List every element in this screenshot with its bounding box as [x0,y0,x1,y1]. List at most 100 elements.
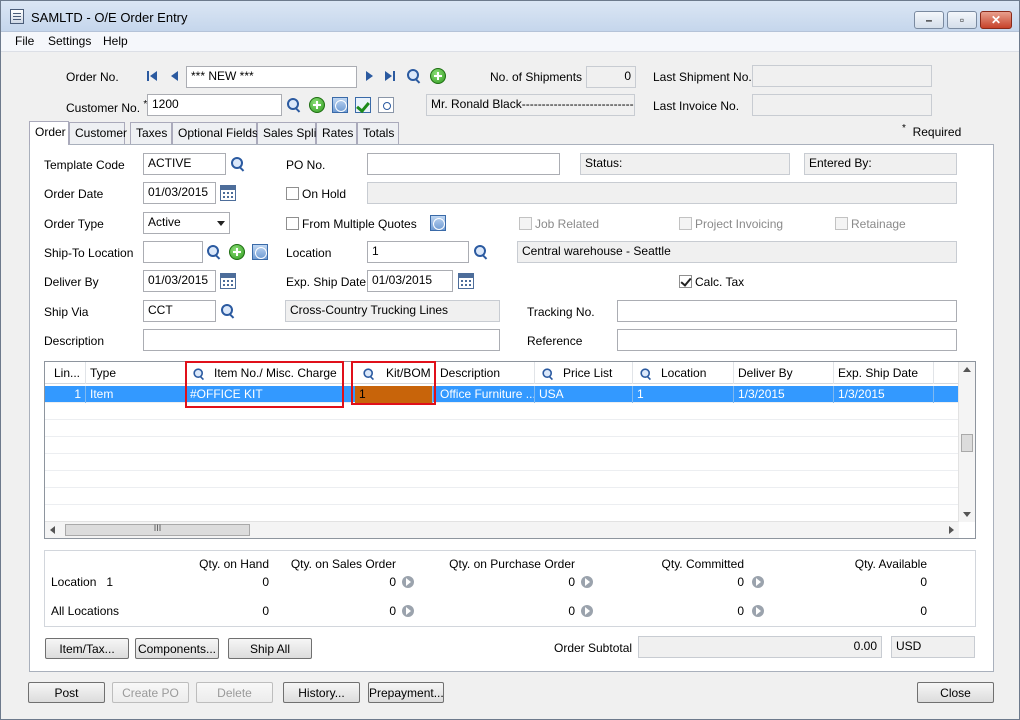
all-sales-order-drilldown-icon[interactable] [402,605,414,617]
new-order-plus-icon[interactable] [430,68,446,84]
table-row-empty[interactable] [45,505,959,522]
cell-location[interactable]: 1 [633,386,734,403]
scroll-left-icon[interactable] [50,526,55,534]
menu-help[interactable]: Help [103,34,128,48]
menu-file[interactable]: File [15,34,34,48]
col-type[interactable]: Type [86,362,186,384]
tab-rates[interactable]: Rates [316,122,357,144]
credit-check-icon[interactable] [355,97,371,113]
table-row-empty[interactable] [45,403,959,420]
deliver-by-input[interactable]: 01/03/2015 [143,270,216,292]
col-location[interactable]: Location [633,362,734,384]
cell-type[interactable]: Item [86,386,186,403]
table-row-empty[interactable] [45,420,959,437]
minimize-button[interactable]: – [914,11,944,29]
order-finder-search-icon[interactable] [406,68,422,84]
tab-optional-fields[interactable]: Optional Fields [172,122,258,144]
po-drilldown-icon[interactable] [581,576,593,588]
post-button[interactable]: Post [28,682,105,703]
order-date-input[interactable]: 01/03/2015 [143,182,216,204]
ship-to-input[interactable] [143,241,203,263]
template-code-input[interactable]: ACTIVE [143,153,226,175]
calc-tax-checkbox[interactable] [679,275,692,288]
exp-ship-date-calendar-icon[interactable] [458,273,474,289]
customer-no-input[interactable]: 1200 [147,94,282,116]
col-deliver-by[interactable]: Deliver By [734,362,834,384]
customer-inquiry-icon[interactable] [378,97,394,113]
order-type-select[interactable]: Active [143,212,230,234]
all-po-drilldown-icon[interactable] [581,605,593,617]
order-date-calendar-icon[interactable] [220,185,236,201]
col-line[interactable]: Lin... [50,362,86,384]
scroll-right-icon[interactable] [949,526,954,534]
previous-record-button[interactable] [169,69,181,83]
components-button[interactable]: Components... [135,638,219,659]
on-hold-checkbox[interactable] [286,187,299,200]
customer-info-icon[interactable] [332,97,348,113]
cell-description[interactable]: Office Furniture ... [436,386,535,403]
history-button[interactable]: History... [283,682,360,703]
prepayment-button[interactable]: Prepayment... [368,682,444,703]
last-record-button[interactable] [385,69,397,83]
table-row[interactable]: 1 Item #OFFICE KIT 1 Office Furniture ..… [45,386,959,403]
customer-finder-search-icon[interactable] [286,97,302,113]
menu-settings[interactable]: Settings [48,34,91,48]
close-window-button[interactable]: ✕ [980,11,1012,29]
description-input[interactable] [143,329,500,351]
ship-all-button[interactable]: Ship All [228,638,312,659]
table-row-empty[interactable] [45,488,959,505]
po-no-input[interactable] [367,153,560,175]
cell-exp-ship-date[interactable]: 1/3/2015 [834,386,934,403]
price-list-finder-search-icon[interactable] [542,368,555,381]
ship-to-info-icon[interactable] [252,244,268,260]
scroll-up-icon[interactable] [963,367,971,372]
tab-totals[interactable]: Totals [357,122,399,144]
ship-to-finder-search-icon[interactable] [206,244,222,260]
committed-drilldown-icon[interactable] [752,576,764,588]
loc-qty-on-po: 0 [568,575,575,589]
table-row-empty[interactable] [45,437,959,454]
restore-button[interactable]: ▫ [947,11,977,29]
tab-sales-split[interactable]: Sales Split [257,122,320,144]
reference-input[interactable] [617,329,957,351]
tab-taxes[interactable]: Taxes [130,122,172,144]
required-legend: * Required [902,123,961,139]
order-no-input[interactable]: *** NEW *** [186,66,357,88]
required-legend-text: Required [912,125,962,139]
sales-order-drilldown-icon[interactable] [402,576,414,588]
from-multiple-quotes-checkbox[interactable] [286,217,299,230]
tracking-no-input[interactable] [617,300,957,322]
location-input[interactable]: 1 [367,241,469,263]
col-price-list[interactable]: Price List [535,362,633,384]
tab-customer[interactable]: Customer [69,122,127,144]
col-description[interactable]: Description [436,362,535,384]
new-customer-plus-icon[interactable] [309,97,325,113]
order-lines-grid[interactable]: Lin... Type Item No./ Misc. Charge Kit/B… [44,361,976,539]
cell-deliver-by[interactable]: 1/3/2015 [734,386,834,403]
first-record-button[interactable] [147,69,159,83]
horizontal-scroll-thumb[interactable]: III [65,523,250,536]
all-committed-drilldown-icon[interactable] [752,605,764,617]
ship-via-input[interactable]: CCT [143,300,216,322]
close-button[interactable]: Close [917,682,994,703]
next-record-button[interactable] [364,69,376,83]
grid-vertical-scrollbar[interactable] [958,362,975,522]
location-grid-search-icon[interactable] [640,368,653,381]
table-row-empty[interactable] [45,471,959,488]
template-finder-search-icon[interactable] [230,156,246,172]
ship-via-finder-search-icon[interactable] [220,303,236,319]
grid-horizontal-scrollbar[interactable]: III [45,521,959,538]
exp-ship-date-input[interactable]: 01/03/2015 [367,270,453,292]
table-row-empty[interactable] [45,454,959,471]
item-tax-button[interactable]: Item/Tax... [45,638,129,659]
scroll-down-icon[interactable] [963,512,971,517]
quotes-info-icon[interactable] [430,215,446,231]
vertical-scroll-thumb[interactable] [961,434,973,452]
cell-price-list[interactable]: USA [535,386,633,403]
location-finder-search-icon[interactable] [473,244,489,260]
tab-order[interactable]: Order [29,121,69,145]
col-exp-ship-date[interactable]: Exp. Ship Date [834,362,934,384]
new-ship-to-plus-icon[interactable] [229,244,245,260]
cell-line[interactable]: 1 [50,386,86,403]
deliver-by-calendar-icon[interactable] [220,273,236,289]
